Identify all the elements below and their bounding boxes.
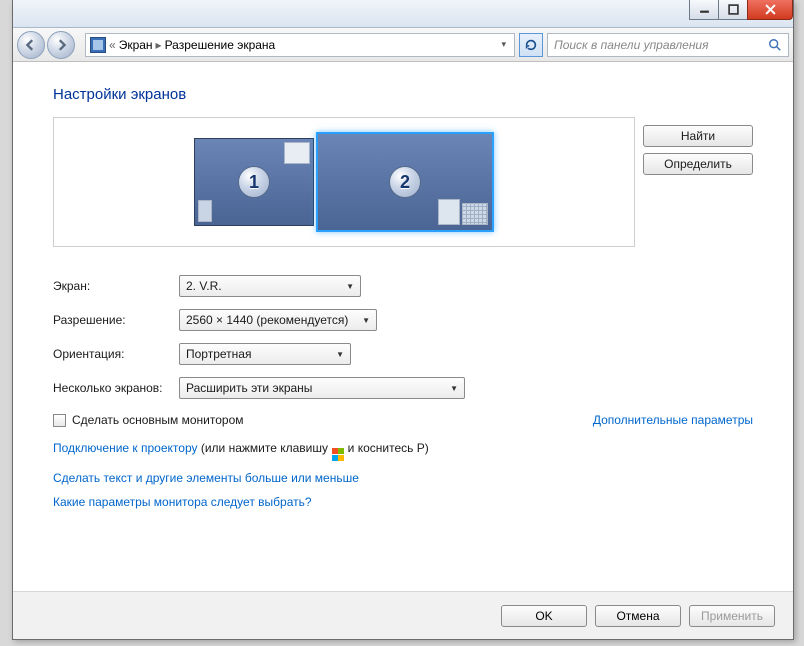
display-select[interactable]: 2. V.R. ▼ [179,275,361,297]
monitor-2-selected[interactable]: 2 [316,132,494,232]
window-thumb-icon [438,199,460,225]
display-label: Экран: [53,279,179,293]
detect-button[interactable]: Найти [643,125,753,147]
windows-logo-icon [331,448,344,461]
page-title: Настройки экранов [53,86,753,103]
search-placeholder: Поиск в панели управления [554,38,709,52]
select-value: 2. V.R. [186,279,222,293]
orientation-select[interactable]: Портретная ▼ [179,343,351,365]
keyboard-thumb-icon [462,203,488,225]
refresh-button[interactable] [519,33,543,57]
monitor-1[interactable]: 1 [194,138,314,226]
maximize-button[interactable] [718,0,748,20]
nav-bar: « Экран ▸ Разрешение экрана ▾ Поиск в па… [13,28,793,62]
apply-button[interactable]: Применить [689,605,775,627]
advanced-settings-link[interactable]: Дополнительные параметры [593,413,753,427]
content-area: Настройки экранов 1 2 Найти Определить [13,62,793,531]
display-icon [90,37,106,53]
breadcrumb-item[interactable]: Разрешение экрана [165,38,276,52]
breadcrumb-item[interactable]: Экран [119,38,153,52]
select-value: 2560 × 1440 (рекомендуется) [186,313,348,327]
minimize-button[interactable] [689,0,719,20]
multiple-displays-label: Несколько экранов: [53,381,179,395]
ok-button[interactable]: OK [501,605,587,627]
chevron-down-icon: ▼ [336,350,344,359]
monitor-number: 1 [238,166,270,198]
nav-back-button[interactable] [17,31,45,59]
nav-forward-button[interactable] [47,31,75,59]
chevron-right-icon: ▸ [156,38,162,52]
window-thumb-icon [284,142,310,164]
close-button[interactable] [747,0,793,20]
identify-button[interactable]: Определить [643,153,753,175]
chevron-down-icon: ▼ [450,384,458,393]
window-thumb-icon [198,200,212,222]
connect-projector-link[interactable]: Подключение к проектору [53,441,198,455]
projector-hint-b: и коснитесь P) [344,441,428,455]
make-main-monitor-checkbox[interactable] [53,414,66,427]
chevron-down-icon: ▼ [346,282,354,291]
orientation-label: Ориентация: [53,347,179,361]
search-input[interactable]: Поиск в панели управления [547,33,789,57]
chevron-left-icon: « [109,38,116,52]
select-value: Портретная [186,347,251,361]
breadcrumb-dropdown[interactable]: ▾ [497,39,510,50]
projector-hint-a: (или нажмите клавишу [198,441,332,455]
titlebar [13,0,793,28]
breadcrumb[interactable]: « Экран ▸ Разрешение экрана ▾ [85,33,515,57]
multiple-displays-select[interactable]: Расширить эти экраны ▼ [179,377,465,399]
monitor-number: 2 [389,166,421,198]
dialog-footer: OK Отмена Применить [13,591,793,639]
make-main-monitor-label: Сделать основным монитором [72,413,244,427]
chevron-down-icon: ▼ [362,316,370,325]
select-value: Расширить эти экраны [186,381,312,395]
search-icon [768,38,782,52]
monitor-preview[interactable]: 1 2 [53,117,635,247]
control-panel-window: « Экран ▸ Разрешение экрана ▾ Поиск в па… [12,0,794,640]
resolution-label: Разрешение: [53,313,179,327]
cancel-button[interactable]: Отмена [595,605,681,627]
text-size-link[interactable]: Сделать текст и другие элементы больше и… [53,471,359,485]
resolution-select[interactable]: 2560 × 1440 (рекомендуется) ▼ [179,309,377,331]
which-settings-link[interactable]: Какие параметры монитора следует выбрать… [53,495,312,509]
